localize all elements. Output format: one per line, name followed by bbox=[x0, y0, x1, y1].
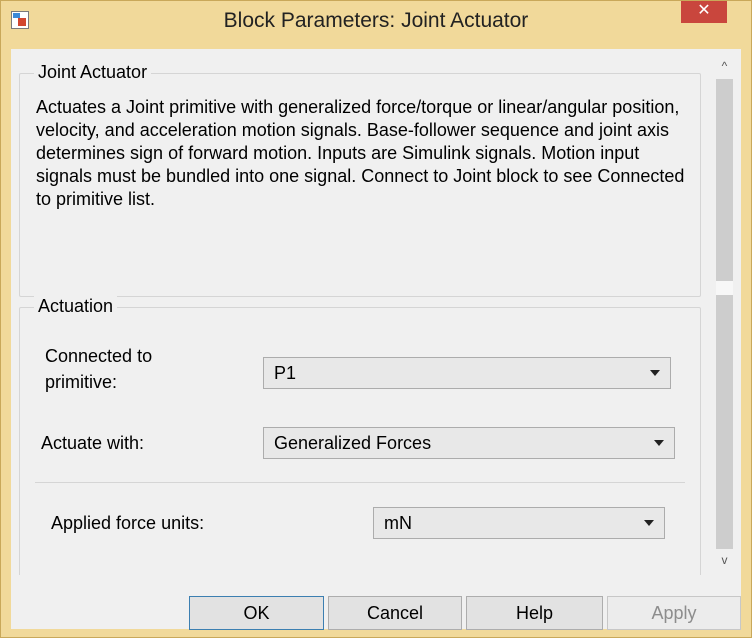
block-description: Actuates a Joint primitive with generali… bbox=[36, 97, 685, 209]
apply-button[interactable]: Apply bbox=[607, 596, 741, 630]
chevron-down-icon bbox=[650, 370, 660, 376]
section-divider bbox=[35, 482, 685, 483]
joint-actuator-group: Joint Actuator Actuates a Joint primitiv… bbox=[19, 62, 701, 297]
actuate-with-value: Generalized Forces bbox=[274, 433, 432, 453]
connected-to-label-line1: Connected to bbox=[45, 346, 153, 366]
cancel-button[interactable]: Cancel bbox=[328, 596, 462, 630]
title-bar[interactable]: Block Parameters: Joint Actuator ✕ bbox=[1, 1, 751, 49]
scroll-thumb[interactable] bbox=[716, 281, 733, 295]
block-parameters-dialog: Block Parameters: Joint Actuator ✕ Joint… bbox=[0, 0, 752, 638]
parameters-scroll-area: Joint Actuator Actuates a Joint primitiv… bbox=[11, 49, 708, 575]
window-title: Block Parameters: Joint Actuator bbox=[223, 9, 529, 32]
close-button[interactable]: ✕ bbox=[681, 1, 727, 23]
scroll-track[interactable] bbox=[716, 79, 733, 549]
actuate-with-dropdown[interactable]: Generalized Forces bbox=[263, 427, 675, 459]
vertical-scrollbar[interactable]: ^ v bbox=[708, 49, 741, 575]
joint-actuator-group-title: Joint Actuator bbox=[34, 62, 152, 83]
applied-force-units-dropdown[interactable]: mN bbox=[373, 507, 665, 539]
chevron-down-icon bbox=[644, 520, 654, 526]
connected-primitive-value: P1 bbox=[274, 363, 297, 383]
scroll-down-icon[interactable]: v bbox=[708, 549, 741, 571]
chevron-down-icon bbox=[654, 440, 664, 446]
actuate-with-label: Actuate with: bbox=[41, 433, 145, 453]
dialog-client-area: Joint Actuator Actuates a Joint primitiv… bbox=[11, 49, 741, 630]
applied-force-units-label: Applied force units: bbox=[51, 513, 205, 533]
help-button[interactable]: Help bbox=[466, 596, 603, 630]
actuation-group-title: Actuation bbox=[34, 296, 118, 317]
connected-to-label-line2: primitive: bbox=[45, 372, 118, 392]
applied-force-units-value: mN bbox=[384, 513, 412, 533]
connected-primitive-dropdown[interactable]: P1 bbox=[263, 357, 671, 389]
scroll-up-icon[interactable]: ^ bbox=[708, 55, 741, 77]
ok-button[interactable]: OK bbox=[189, 596, 324, 630]
